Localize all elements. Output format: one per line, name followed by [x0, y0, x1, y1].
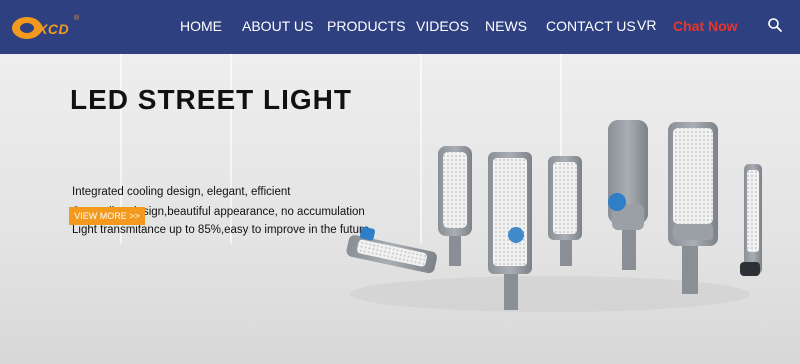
nav-item-home[interactable]: HOME [180, 18, 222, 34]
street-light-4 [608, 120, 648, 270]
nav-item-videos[interactable]: VIDEOS [416, 18, 469, 34]
logo-registered-mark: ® [74, 15, 80, 22]
street-light-6 [740, 164, 762, 276]
street-light-5 [668, 122, 718, 294]
nav-item-about-us[interactable]: ABOUT US [242, 18, 313, 34]
nav-item-contact-us[interactable]: CONTACT US [546, 18, 636, 34]
street-light-small [346, 226, 437, 274]
nav-item-news[interactable]: NEWS [485, 18, 527, 34]
logo-text: XCD [38, 21, 70, 37]
feature-line: Integrated cooling design, elegant, effi… [72, 186, 291, 198]
nav-item-products[interactable]: PRODUCTS [327, 18, 406, 34]
top-navigation-bar: XCD ® HOME ABOUT US PRODUCTS VIDEOS NEWS… [0, 0, 800, 54]
search-icon[interactable] [767, 17, 783, 33]
street-light-1 [438, 146, 472, 266]
street-light-3 [548, 156, 582, 266]
street-light-products-image [346, 120, 762, 312]
feature-line: Light transmitance up to 85%,easy to imp… [72, 224, 370, 236]
company-logo[interactable]: XCD ® [12, 13, 86, 41]
view-more-button[interactable]: VIEW MORE >> [69, 207, 145, 225]
hero-title: LED STREET LIGHT [70, 84, 352, 115]
nav-item-vr[interactable]: VR [637, 17, 656, 33]
chat-now-link[interactable]: Chat Now [673, 18, 738, 34]
